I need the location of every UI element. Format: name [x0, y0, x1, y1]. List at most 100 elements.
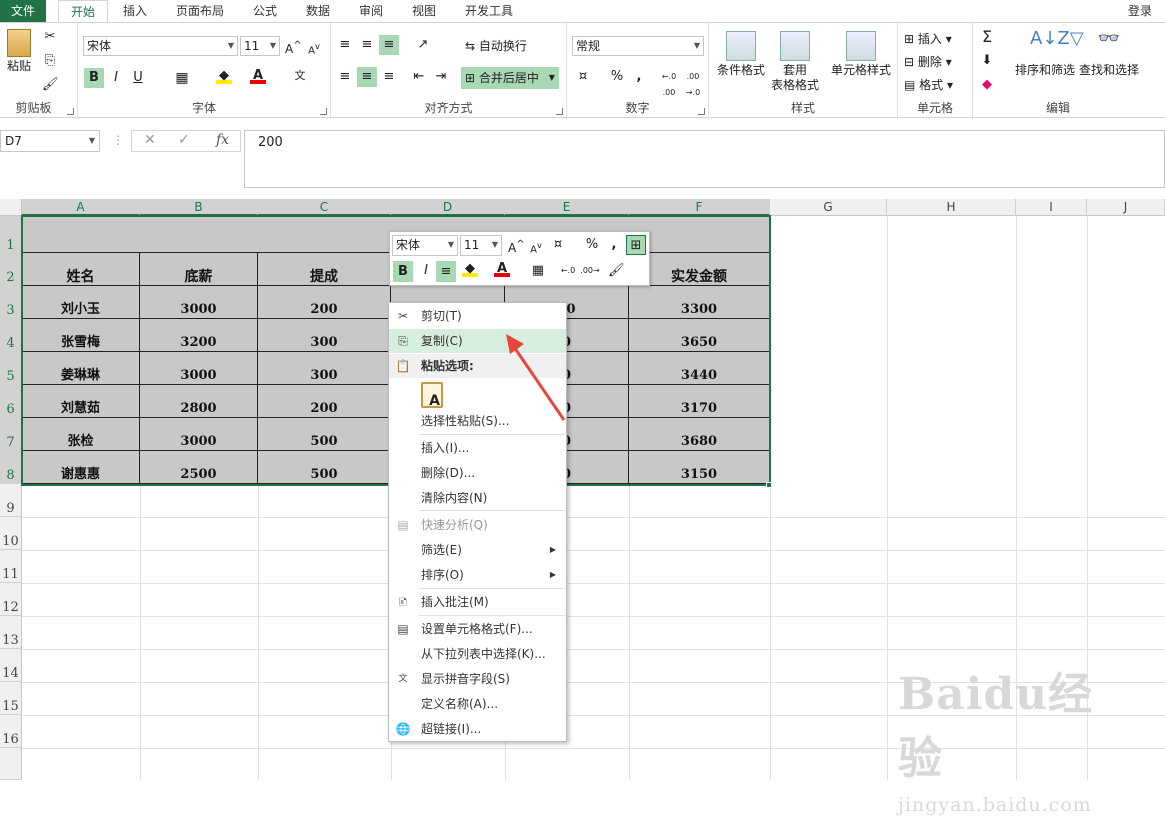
table-cell[interactable]: 200	[258, 385, 391, 418]
cut-icon[interactable]: ✂	[42, 29, 58, 45]
format-as-table-button[interactable]: 套用 表格格式	[767, 31, 823, 93]
menu-item-clear[interactable]: 清除内容(N)	[389, 486, 566, 510]
mini-decrease-decimal-icon[interactable]: .00→	[580, 263, 600, 279]
align-bottom-icon[interactable]: ≡	[379, 35, 399, 55]
clear-icon[interactable]: ◆	[979, 77, 995, 93]
increase-decimal-icon[interactable]: ←.0 .00	[659, 69, 679, 97]
orientation-icon[interactable]: ↗	[415, 37, 431, 53]
tab-page-layout[interactable]: 页面布局	[168, 0, 232, 22]
table-cell[interactable]: 刘慧茹	[22, 385, 140, 418]
enter-icon[interactable]: ✓	[178, 132, 190, 148]
table-cell[interactable]: 3150	[629, 451, 770, 484]
mini-font-color-icon[interactable]: A	[494, 261, 510, 277]
tab-review[interactable]: 审阅	[350, 0, 392, 22]
grow-font-icon[interactable]: A^	[285, 38, 302, 56]
row-header-8[interactable]: 8	[0, 451, 22, 484]
table-cell[interactable]: 3170	[629, 385, 770, 418]
bold-button[interactable]: B	[84, 68, 104, 88]
mini-italic-button[interactable]: I	[418, 263, 434, 279]
table-cell[interactable]: 3680	[629, 418, 770, 451]
table-cell[interactable]: 姜琳琳	[22, 352, 140, 385]
format-cells-button[interactable]: ▤ 格式 ▾	[904, 77, 953, 93]
mini-border-icon[interactable]: ▦	[530, 263, 546, 279]
wrap-text-button[interactable]: ⇆ 自动换行	[465, 38, 527, 54]
percent-button[interactable]: %	[609, 69, 625, 85]
tab-formulas[interactable]: 公式	[244, 0, 286, 22]
border-icon[interactable]: ▦	[174, 70, 190, 86]
mini-comma-button[interactable]: ,	[606, 237, 622, 253]
tab-home[interactable]: 开始	[58, 0, 108, 22]
table-cell[interactable]: 3440	[629, 352, 770, 385]
column-header-b[interactable]: B	[140, 199, 258, 216]
row-header-2[interactable]: 2	[0, 253, 22, 286]
mini-shrink-font-icon[interactable]: Av	[528, 237, 544, 255]
delete-cells-button[interactable]: ⊟ 删除 ▾	[904, 54, 952, 70]
row-header-12[interactable]: 12	[0, 583, 22, 616]
fill-color-icon[interactable]: ◆	[216, 68, 232, 84]
mini-format-painter-icon[interactable]: 🖌	[608, 263, 625, 279]
comma-button[interactable]: ,	[631, 69, 647, 85]
insert-function-icon[interactable]: fx	[216, 132, 229, 148]
row-header-6[interactable]: 6	[0, 385, 22, 418]
row-header-17[interactable]	[0, 748, 22, 780]
phonetic-icon[interactable]: 文	[292, 68, 308, 84]
mini-bold-button[interactable]: B	[393, 261, 413, 282]
row-header-1[interactable]: 1	[0, 216, 22, 253]
align-right-icon[interactable]: ≡	[381, 69, 397, 85]
table-cell[interactable]: 张雪梅	[22, 319, 140, 352]
menu-item-sort[interactable]: 排序(O) ▶	[389, 563, 566, 587]
table-cell[interactable]: 500	[258, 418, 391, 451]
insert-cells-button[interactable]: ⊞ 插入 ▾	[904, 31, 952, 47]
column-header-a[interactable]: A	[22, 199, 140, 216]
menu-item-filter[interactable]: 筛选(E) ▶	[389, 538, 566, 562]
table-cell[interactable]: 3000	[140, 352, 258, 385]
increase-indent-icon[interactable]: ⇥	[433, 69, 449, 85]
row-header-16[interactable]: 16	[0, 715, 22, 748]
table-cell[interactable]: 500	[258, 451, 391, 484]
row-header-4[interactable]: 4	[0, 319, 22, 352]
font-color-icon[interactable]: A	[250, 68, 266, 84]
tab-file[interactable]: 文件	[0, 0, 46, 22]
mini-center-icon[interactable]: ≡	[436, 261, 456, 282]
row-header-3[interactable]: 3	[0, 286, 22, 319]
conditional-format-button[interactable]: 条件格式	[713, 31, 769, 78]
font-size-select[interactable]: 11 ▼	[240, 36, 280, 56]
align-left-icon[interactable]: ≡	[337, 69, 353, 85]
alignment-launcher[interactable]	[556, 108, 563, 115]
align-center-icon[interactable]: ≡	[357, 67, 377, 87]
find-select-button[interactable]: 👓 查找和选择	[1077, 30, 1141, 78]
paste-button[interactable]: 粘贴	[4, 29, 34, 74]
table-cell[interactable]: 3000	[140, 286, 258, 319]
shrink-font-icon[interactable]: Av	[306, 38, 322, 56]
mini-percent-button[interactable]: %	[584, 237, 600, 253]
tab-view[interactable]: 视图	[403, 0, 445, 22]
column-header-c[interactable]: C	[258, 199, 391, 216]
row-header-9[interactable]: 9	[0, 484, 22, 517]
login-link[interactable]: 登录	[1120, 0, 1160, 22]
row-header-10[interactable]: 10	[0, 517, 22, 550]
table-cell[interactable]: 刘小玉	[22, 286, 140, 319]
fill-handle[interactable]	[766, 482, 772, 488]
clipboard-launcher[interactable]	[67, 108, 74, 115]
row-header-11[interactable]: 11	[0, 550, 22, 583]
decrease-decimal-icon[interactable]: .00 →.0	[683, 69, 703, 97]
font-launcher[interactable]	[320, 108, 327, 115]
mini-currency-icon[interactable]: ¤	[550, 237, 566, 253]
autosum-icon[interactable]: Σ	[979, 29, 995, 45]
table-cell[interactable]: 2800	[140, 385, 258, 418]
header-cell[interactable]: 提成	[258, 253, 391, 286]
menu-item-hyperlink[interactable]: 🌐 超链接(I)...	[389, 717, 566, 741]
font-name-select[interactable]: 宋体 ▼	[83, 36, 238, 56]
currency-icon[interactable]: ¤	[575, 69, 591, 85]
italic-button[interactable]: I	[108, 70, 124, 86]
table-cell[interactable]: 3650	[629, 319, 770, 352]
mini-increase-decimal-icon[interactable]: ←.0	[558, 263, 578, 279]
header-cell[interactable]: 实发金额	[629, 253, 770, 286]
mini-grow-font-icon[interactable]: A^	[508, 237, 525, 255]
merge-center-button[interactable]: ⊞ 合并后居中 ▼	[461, 67, 559, 89]
menu-item-define-name[interactable]: 定义名称(A)...	[389, 692, 566, 716]
column-header-g[interactable]: G	[770, 199, 887, 216]
header-cell[interactable]: 底薪	[140, 253, 258, 286]
number-launcher[interactable]	[698, 108, 705, 115]
tab-data[interactable]: 数据	[297, 0, 339, 22]
